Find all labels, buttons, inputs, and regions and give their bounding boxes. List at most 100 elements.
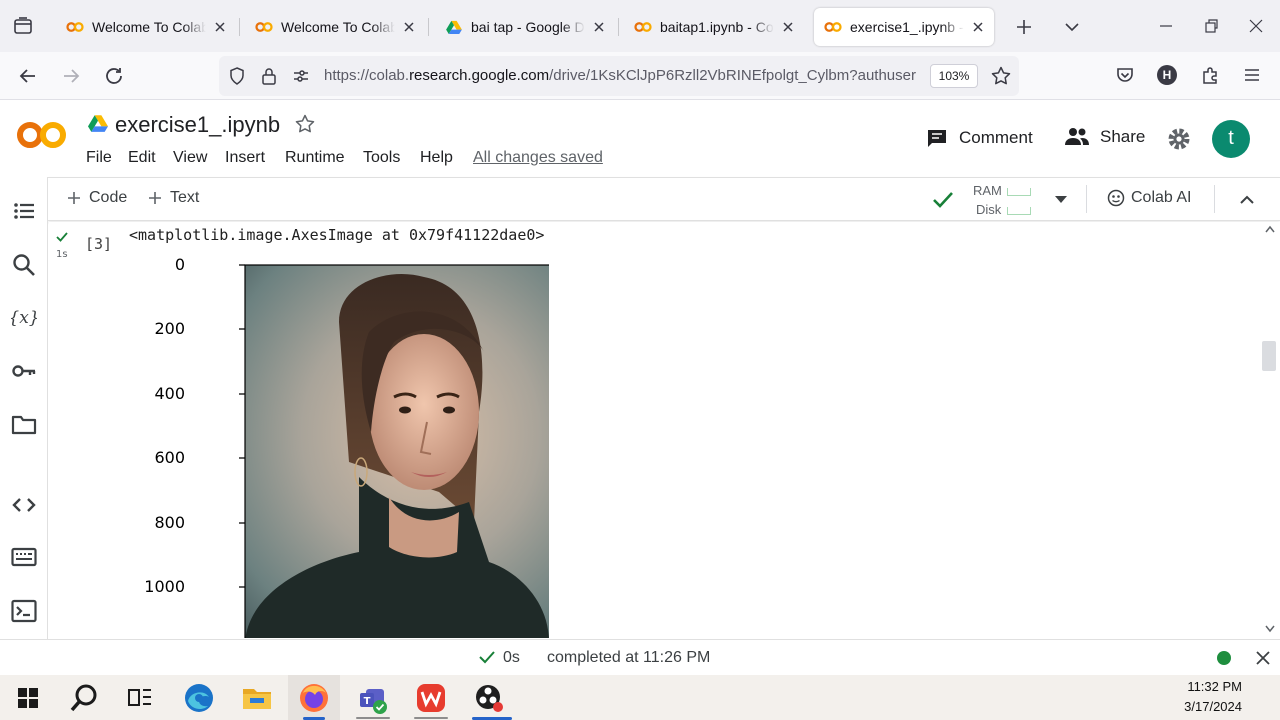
lock-icon[interactable] bbox=[259, 66, 279, 86]
menu-runtime[interactable]: Runtime bbox=[285, 149, 345, 167]
y-tick-marks bbox=[239, 264, 245, 588]
browser-tab[interactable]: baitap1.ipynb - Colab bbox=[624, 8, 804, 46]
add-code-label: Code bbox=[89, 189, 128, 206]
execution-status-bar: 0s completed at 11:26 PM bbox=[0, 639, 1280, 675]
forward-arrow-icon[interactable] bbox=[59, 64, 83, 88]
y-tick-label: 800 bbox=[154, 513, 185, 532]
chevron-up-icon[interactable] bbox=[1238, 191, 1256, 209]
dropdown-arrow-icon[interactable] bbox=[1053, 193, 1069, 205]
address-bar[interactable]: https://colab.research.google.com/drive/… bbox=[219, 56, 1019, 96]
colab-logo-icon[interactable] bbox=[17, 120, 67, 150]
menu-help[interactable]: Help bbox=[420, 149, 453, 167]
toolbar-divider bbox=[1214, 185, 1215, 213]
close-tab-icon[interactable] bbox=[212, 19, 228, 35]
browser-tab-active[interactable]: exercise1_.ipynb - Colab bbox=[814, 8, 994, 46]
reload-icon[interactable] bbox=[102, 64, 126, 88]
search-icon[interactable] bbox=[11, 252, 37, 278]
wps-office-icon[interactable] bbox=[414, 681, 448, 715]
zoom-level-badge[interactable]: 103% bbox=[930, 64, 978, 88]
windows-taskbar: T 11:32 PM 3/17/2024 bbox=[0, 675, 1280, 720]
colab-ai-label: Colab AI bbox=[1131, 189, 1192, 206]
new-tab-icon[interactable] bbox=[1013, 16, 1035, 38]
browser-tab[interactable]: bai tap - Google Drive bbox=[435, 8, 615, 46]
terminal-icon[interactable] bbox=[11, 598, 37, 624]
key-icon[interactable] bbox=[11, 358, 37, 384]
browser-tab[interactable]: Welcome To Colaboratory bbox=[56, 8, 236, 46]
bookmark-star-icon[interactable] bbox=[990, 65, 1012, 87]
file-explorer-icon[interactable] bbox=[240, 681, 274, 715]
restore-icon[interactable] bbox=[1201, 16, 1221, 36]
menu-tools[interactable]: Tools bbox=[363, 149, 400, 167]
variables-icon[interactable]: {x} bbox=[11, 304, 37, 330]
code-snippets-icon[interactable] bbox=[11, 492, 37, 518]
search-icon[interactable] bbox=[67, 681, 101, 715]
menu-view[interactable]: View bbox=[173, 149, 207, 167]
connected-check-icon bbox=[933, 192, 953, 208]
star-icon[interactable] bbox=[294, 113, 316, 135]
firefox-icon[interactable] bbox=[297, 681, 331, 715]
plus-icon bbox=[149, 192, 161, 204]
pocket-icon[interactable] bbox=[1114, 64, 1136, 86]
extensions-icon[interactable] bbox=[1199, 64, 1221, 86]
google-drive-icon bbox=[446, 20, 462, 34]
chevron-down-icon[interactable] bbox=[1061, 16, 1083, 38]
obs-studio-icon[interactable] bbox=[472, 681, 506, 715]
taskbar-clock-time[interactable]: 11:32 PM bbox=[1187, 679, 1242, 694]
run-success-check-icon bbox=[56, 232, 68, 242]
photo-image bbox=[245, 265, 549, 638]
notebook-scrollbar[interactable] bbox=[1260, 222, 1280, 638]
close-tab-icon[interactable] bbox=[780, 19, 796, 35]
svg-text:{x}: {x} bbox=[11, 308, 37, 328]
y-tick-label: 200 bbox=[154, 319, 185, 338]
connection-status-dot bbox=[1217, 651, 1231, 665]
close-tab-icon[interactable] bbox=[970, 19, 986, 35]
gear-icon[interactable] bbox=[1167, 127, 1191, 151]
back-arrow-icon[interactable] bbox=[16, 64, 40, 88]
add-code-button[interactable]: Code bbox=[67, 189, 127, 207]
taskbar-clock-date[interactable]: 3/17/2024 bbox=[1184, 699, 1242, 714]
scroll-up-arrow-icon[interactable] bbox=[1265, 225, 1275, 233]
cell-run-time: 1s bbox=[56, 249, 68, 260]
imshow-plot bbox=[239, 264, 549, 638]
browser-tab[interactable]: Welcome To Colaboratory bbox=[245, 8, 425, 46]
save-status-link[interactable]: All changes saved bbox=[473, 149, 603, 167]
shield-icon[interactable] bbox=[227, 66, 247, 86]
teams-icon[interactable]: T bbox=[356, 681, 390, 715]
minimize-icon[interactable] bbox=[1156, 16, 1176, 36]
scrollbar-thumb[interactable] bbox=[1262, 341, 1276, 371]
site-permissions-icon[interactable] bbox=[291, 66, 311, 86]
execution-count[interactable]: [3] bbox=[85, 235, 112, 253]
close-tab-icon[interactable] bbox=[401, 19, 417, 35]
scroll-down-arrow-icon[interactable] bbox=[1265, 625, 1275, 633]
folder-icon[interactable] bbox=[11, 412, 37, 438]
user-avatar[interactable]: t bbox=[1212, 120, 1250, 158]
comment-button[interactable]: Comment bbox=[926, 127, 1033, 149]
close-window-icon[interactable] bbox=[1246, 16, 1266, 36]
windows-start-icon[interactable] bbox=[18, 688, 38, 708]
resource-monitor[interactable]: RAM Disk bbox=[966, 182, 1046, 218]
close-tab-icon[interactable] bbox=[591, 19, 607, 35]
colab-icon bbox=[634, 22, 652, 32]
table-of-contents-icon[interactable] bbox=[11, 198, 37, 224]
url-domain: research.google.com bbox=[409, 67, 550, 84]
close-icon[interactable] bbox=[1255, 650, 1271, 666]
colab-ai-button[interactable]: Colab AI bbox=[1107, 189, 1191, 207]
tab-list-icon[interactable] bbox=[12, 15, 34, 37]
command-palette-icon[interactable] bbox=[11, 544, 37, 570]
browser-tab-strip: Welcome To Colaboratory Welcome To Colab… bbox=[0, 0, 1280, 52]
tab-separator bbox=[428, 18, 429, 36]
menu-hamburger-icon[interactable] bbox=[1241, 64, 1263, 86]
ram-label: RAM bbox=[973, 183, 1002, 198]
task-view-icon[interactable] bbox=[123, 681, 157, 715]
url-prefix: https://colab. bbox=[324, 67, 410, 84]
share-button[interactable]: Share bbox=[1065, 127, 1145, 147]
url-text[interactable]: https://colab.research.google.com/drive/… bbox=[324, 67, 919, 84]
profile-avatar[interactable]: H bbox=[1157, 65, 1177, 85]
menu-file[interactable]: File bbox=[86, 149, 112, 167]
add-text-button[interactable]: Text bbox=[148, 189, 199, 207]
menu-insert[interactable]: Insert bbox=[225, 149, 265, 167]
google-drive-icon[interactable] bbox=[88, 114, 108, 132]
edge-browser-icon[interactable] bbox=[182, 681, 216, 715]
notebook-title[interactable]: exercise1_.ipynb bbox=[115, 112, 280, 138]
menu-edit[interactable]: Edit bbox=[128, 149, 156, 167]
